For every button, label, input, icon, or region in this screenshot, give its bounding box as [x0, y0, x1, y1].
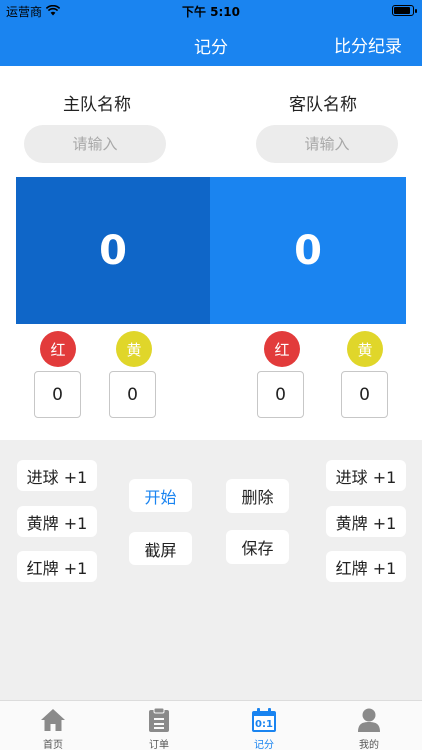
scoreboard-icon: 0:1	[250, 706, 278, 733]
tab-bar: 首页 订单 0:1 记分 我的	[0, 700, 422, 750]
away-goal-button[interactable]: 进球 +1	[326, 460, 406, 491]
screenshot-button[interactable]: 截屏	[129, 532, 192, 565]
person-icon	[355, 706, 383, 733]
away-yellow-card-badge: 黄	[347, 331, 383, 367]
away-yellow-card-button[interactable]: 黄牌 +1	[326, 506, 406, 537]
tab-profile[interactable]: 我的	[316, 701, 422, 750]
home-icon	[39, 706, 67, 733]
home-yellow-count: 0	[109, 371, 156, 418]
home-red-card-badge: 红	[40, 331, 76, 367]
clipboard-icon	[145, 706, 173, 733]
home-red-count: 0	[34, 371, 81, 418]
score-record-button[interactable]: 比分纪录	[334, 32, 402, 57]
away-red-card-button[interactable]: 红牌 +1	[326, 551, 406, 582]
home-yellow-card-button[interactable]: 黄牌 +1	[17, 506, 97, 537]
away-red-count: 0	[257, 371, 304, 418]
away-yellow-count: 0	[341, 371, 388, 418]
home-goal-button[interactable]: 进球 +1	[17, 460, 97, 491]
home-yellow-card-badge: 黄	[116, 331, 152, 367]
tab-scoring[interactable]: 0:1 记分	[211, 701, 317, 750]
battery-icon	[392, 5, 417, 16]
tab-scoring-label: 记分	[254, 740, 274, 750]
tab-home[interactable]: 首页	[0, 701, 106, 750]
control-panel: 进球 +1 黄牌 +1 红牌 +1 开始 截屏 删除 保存 进球 +1 黄牌 +…	[0, 440, 422, 700]
tab-orders[interactable]: 订单	[106, 701, 212, 750]
away-score: 0	[210, 177, 406, 324]
scoreboard-icon-text: 0:1	[255, 719, 273, 730]
tab-profile-label: 我的	[359, 740, 379, 750]
status-bar: 运营商 下午 5:10	[0, 0, 422, 22]
tab-orders-label: 订单	[149, 740, 169, 750]
save-button[interactable]: 保存	[226, 530, 289, 564]
away-team-label: 客队名称	[289, 95, 357, 115]
home-red-card-button[interactable]: 红牌 +1	[17, 551, 97, 582]
home-score: 0	[16, 177, 210, 324]
home-team-label: 主队名称	[63, 95, 131, 115]
delete-button[interactable]: 删除	[226, 479, 289, 513]
away-red-card-badge: 红	[264, 331, 300, 367]
start-button[interactable]: 开始	[129, 479, 192, 512]
home-team-input[interactable]	[24, 125, 166, 163]
nav-bar: 记分 比分纪录	[0, 22, 422, 66]
tab-home-label: 首页	[43, 740, 63, 750]
status-time: 下午 5:10	[181, 5, 241, 19]
away-team-input[interactable]	[256, 125, 398, 163]
